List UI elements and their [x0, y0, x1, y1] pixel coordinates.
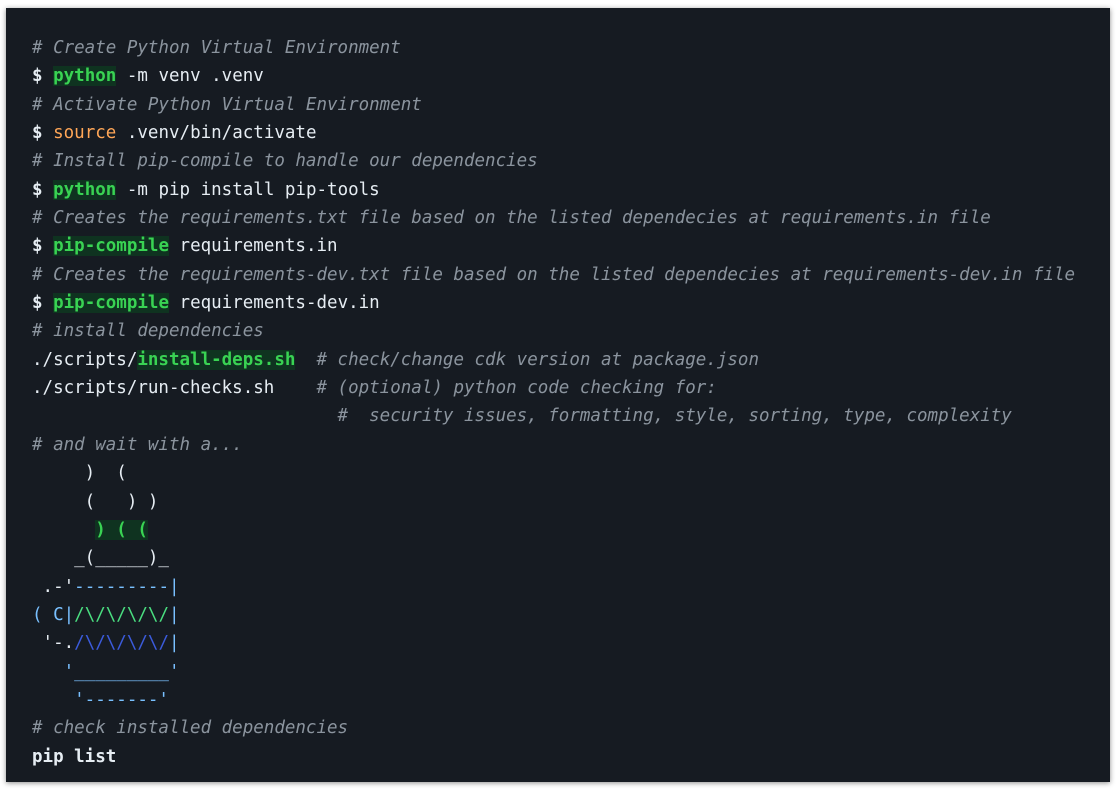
ascii-cup-base: '-------': [32, 689, 169, 710]
command-pip-compile: pip-compile: [53, 236, 169, 257]
comment-check-installed: # check installed dependencies: [32, 718, 349, 739]
command-pip-compile: pip-compile: [53, 293, 169, 314]
comment-line: # install dependencies: [32, 317, 1075, 345]
comment-requirements-txt: # Creates the requirements.txt file base…: [32, 208, 991, 229]
ascii-steam-green: ) ( (: [95, 519, 148, 540]
ascii-cup-top: ---------|: [74, 576, 180, 597]
ascii-cup-bottom: '_________': [32, 661, 180, 682]
command-source: source: [53, 123, 117, 144]
terminal-window: # Create Python Virtual Environment $ pyt…: [6, 8, 1110, 782]
command-args: requirements.in: [169, 236, 338, 257]
command-args: -m pip install pip-tools: [116, 179, 380, 200]
comment-create-venv: # Create Python Virtual Environment: [32, 38, 401, 58]
ascii-art-line: .-'---------|: [32, 573, 1075, 601]
ascii-cup-handle-top: .-': [32, 576, 75, 597]
comment-line: # Creates the requirements.txt file base…: [32, 204, 1075, 232]
script-run-checks: ./scripts/run-checks.sh: [32, 378, 275, 399]
command-args: requirements-dev.in: [169, 293, 380, 314]
comment-line: # check installed dependencies: [32, 714, 1075, 742]
comment-line: # Creates the requirements-dev.txt file …: [32, 261, 1075, 289]
ascii-art-line: ( C|/\/\/\/\/|: [32, 601, 1075, 629]
comment-check-cdk: # check/change cdk version at package.js…: [295, 349, 759, 370]
command-python: python: [53, 179, 117, 200]
command-line: $ python -m venv .venv: [32, 62, 1075, 90]
prompt-symbol: $: [32, 179, 43, 200]
command-line: $ source .venv/bin/activate: [32, 119, 1075, 147]
comment-install-dependencies: # install dependencies: [32, 321, 264, 342]
comment-line: # Activate Python Virtual Environment: [32, 91, 1075, 119]
ascii-indent: [32, 520, 95, 540]
comment-line: # and wait with a...: [32, 431, 1075, 459]
comment-check-types: # security issues, formatting, style, so…: [32, 406, 1012, 427]
ascii-art-line: '-./\/\/\/\/|: [32, 629, 1075, 657]
ascii-cup-side: |: [168, 633, 180, 654]
comment-optional-checking: # (optional) python code checking for:: [274, 378, 717, 399]
script-install-deps: install-deps.sh: [137, 349, 296, 370]
comment-requirements-dev-txt: # Creates the requirements-dev.txt file …: [32, 264, 1076, 285]
ascii-cup-pattern-green: /\/\/\/\/: [74, 604, 169, 625]
command-line: $ pip-compile requirements.in: [32, 232, 1075, 260]
ascii-cup-side: |: [168, 604, 180, 625]
command-line: ./scripts/run-checks.sh # (optional) pyt…: [32, 374, 1075, 402]
prompt-symbol: $: [32, 293, 43, 314]
ascii-art-line: '_________': [32, 658, 1075, 686]
ascii-cup-handle: ( C|: [32, 604, 75, 625]
command-python: python: [53, 66, 117, 87]
prompt-symbol: $: [32, 123, 43, 144]
ascii-cup-pattern-blue: /\/\/\/\/: [74, 633, 169, 654]
command-args: .venv/bin/activate: [116, 123, 317, 144]
ascii-art-line: ( ) ): [32, 488, 1075, 516]
command-line: pip list: [32, 743, 1075, 771]
ascii-steam-middle: ( ) ): [32, 491, 159, 512]
comment-line: # Install pip-compile to handle our depe…: [32, 147, 1075, 175]
ascii-cup-rim: _(_____)_: [32, 548, 169, 569]
comment-line: # Create Python Virtual Environment: [32, 34, 1075, 62]
ascii-art-line: ) ( (: [32, 516, 1075, 544]
comment-wait: # and wait with a...: [32, 434, 243, 455]
comment-line: # security issues, formatting, style, so…: [32, 402, 1075, 430]
comment-activate-venv: # Activate Python Virtual Environment: [32, 94, 422, 115]
ascii-cup-handle-bottom: '-.: [32, 633, 75, 654]
command-line: $ python -m pip install pip-tools: [32, 176, 1075, 204]
command-args: -m venv .venv: [116, 66, 264, 87]
ascii-art-line: '-------': [32, 686, 1075, 714]
command-pip-list: pip list: [32, 746, 117, 767]
prompt-symbol: $: [32, 236, 43, 257]
ascii-art-line: _(_____)_: [32, 544, 1075, 572]
command-line: ./scripts/install-deps.sh # check/change…: [32, 346, 1075, 374]
ascii-art-line: ) (: [32, 459, 1075, 487]
ascii-steam-top: ) (: [32, 463, 127, 484]
command-line: $ pip-compile requirements-dev.in: [32, 289, 1075, 317]
comment-install-pip-compile: # Install pip-compile to handle our depe…: [32, 151, 538, 172]
script-path: ./scripts/: [32, 349, 138, 370]
prompt-symbol: $: [32, 66, 43, 87]
code-block: # Create Python Virtual Environment $ pyt…: [32, 34, 1075, 771]
